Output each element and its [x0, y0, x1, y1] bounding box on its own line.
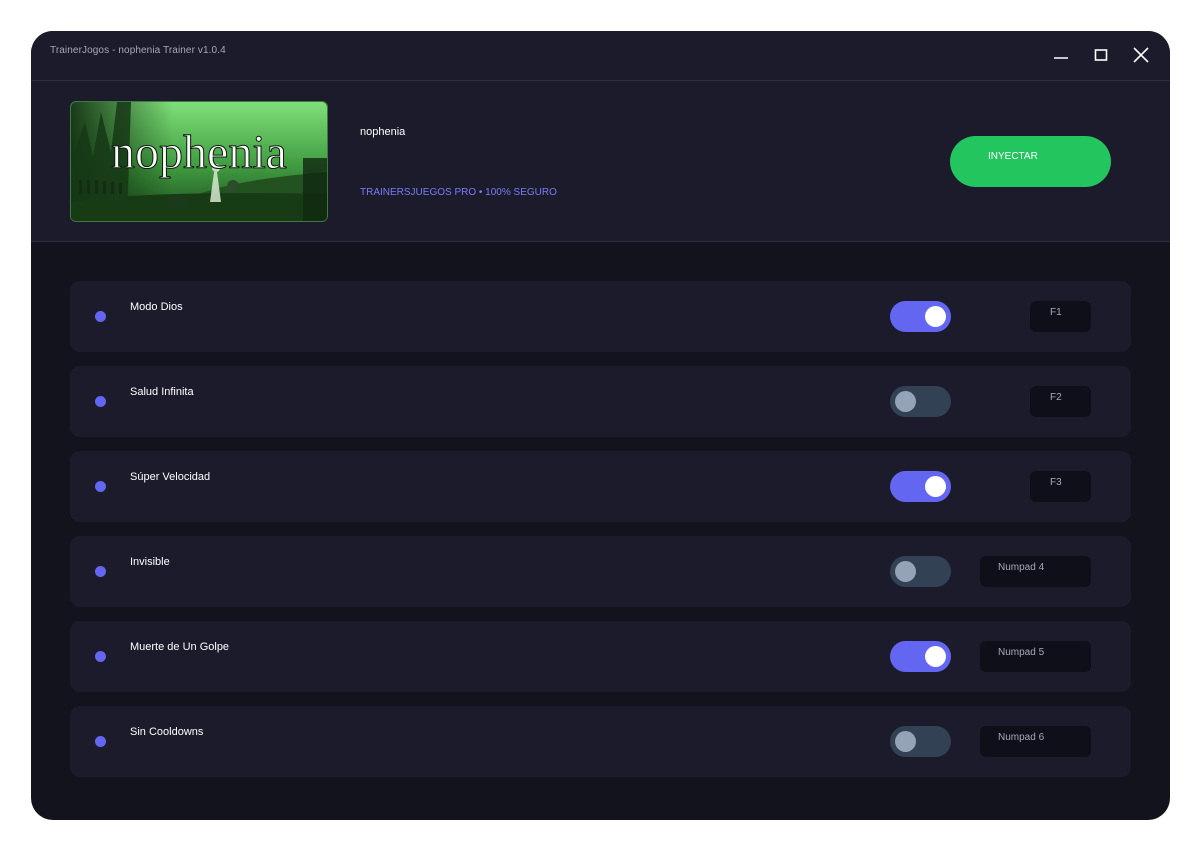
cheat-name: Salud Infinita [130, 386, 194, 398]
close-icon [1133, 47, 1149, 63]
maximize-button[interactable] [1089, 43, 1113, 67]
tagline: TRAINERSJUEGOS PRO • 100% SEGURO [360, 187, 557, 198]
minimize-icon [1054, 57, 1068, 59]
cheat-name: Invisible [130, 556, 170, 568]
cheat-name: Súper Velocidad [130, 471, 211, 483]
game-header: nophenia nophenia TRAINERSJUEGOS PRO • 1… [31, 81, 1170, 242]
cheat-toggle[interactable] [890, 556, 951, 587]
toggle-knob [925, 306, 946, 327]
hotkey-label: F2 [1050, 392, 1062, 403]
cheat-row-salud-infinita: Salud Infinita F2 [70, 366, 1131, 437]
cheat-row-sin-cooldowns: Sin Cooldowns Numpad 6 [70, 706, 1131, 777]
status-dot-icon [95, 311, 106, 322]
cheat-row-muerte-de-un-golpe: Muerte de Un Golpe Numpad 5 [70, 621, 1131, 692]
window-title: TrainerJogos - nophenia Trainer v1.0.4 [50, 45, 226, 56]
hotkey-button[interactable]: Numpad 6 [980, 726, 1091, 757]
cheat-row-modo-dios: Modo Dios F1 [70, 281, 1131, 352]
game-logo-text: nophenia [111, 126, 287, 179]
cheat-toggle[interactable] [890, 726, 951, 757]
hotkey-label: F3 [1050, 477, 1062, 488]
hotkey-button[interactable]: F2 [1030, 386, 1091, 417]
game-name: nophenia [360, 126, 406, 138]
cheat-name: Sin Cooldowns [130, 726, 204, 738]
toggle-knob [895, 561, 916, 582]
cheat-name: Muerte de Un Golpe [130, 641, 230, 653]
status-dot-icon [95, 481, 106, 492]
minimize-button[interactable] [1049, 43, 1073, 67]
hotkey-button[interactable]: F3 [1030, 471, 1091, 502]
cheat-toggle[interactable] [890, 386, 951, 417]
toggle-knob [925, 646, 946, 667]
cheat-toggle[interactable] [890, 641, 951, 672]
cheat-name: Modo Dios [130, 301, 183, 313]
hotkey-label: F1 [1050, 307, 1062, 318]
status-dot-icon [95, 566, 106, 577]
hotkey-button[interactable]: F1 [1030, 301, 1091, 332]
cheat-toggle[interactable] [890, 471, 951, 502]
close-button[interactable] [1129, 43, 1153, 67]
hotkey-label: Numpad 5 [998, 647, 1045, 658]
hotkey-label: Numpad 4 [998, 562, 1045, 573]
toggle-knob [895, 391, 916, 412]
status-dot-icon [95, 651, 106, 662]
cheat-toggle[interactable] [890, 301, 951, 332]
hotkey-button[interactable]: Numpad 4 [980, 556, 1091, 587]
toggle-knob [895, 731, 916, 752]
cheat-row-super-velocidad: Súper Velocidad F3 [70, 451, 1131, 522]
game-cover-image: nophenia [70, 101, 328, 222]
hotkey-button[interactable]: Numpad 5 [980, 641, 1091, 672]
status-dot-icon [95, 396, 106, 407]
hotkey-label: Numpad 6 [998, 732, 1045, 743]
inject-button-label: INYECTAR [988, 151, 1038, 162]
trainer-window: TrainerJogos - nophenia Trainer v1.0.4 n… [31, 31, 1170, 820]
status-dot-icon [95, 736, 106, 747]
toggle-knob [925, 476, 946, 497]
title-bar: TrainerJogos - nophenia Trainer v1.0.4 [31, 31, 1170, 81]
cheat-row-invisible: Invisible Numpad 4 [70, 536, 1131, 607]
maximize-icon [1094, 49, 1108, 61]
inject-button[interactable]: INYECTAR [950, 136, 1111, 187]
